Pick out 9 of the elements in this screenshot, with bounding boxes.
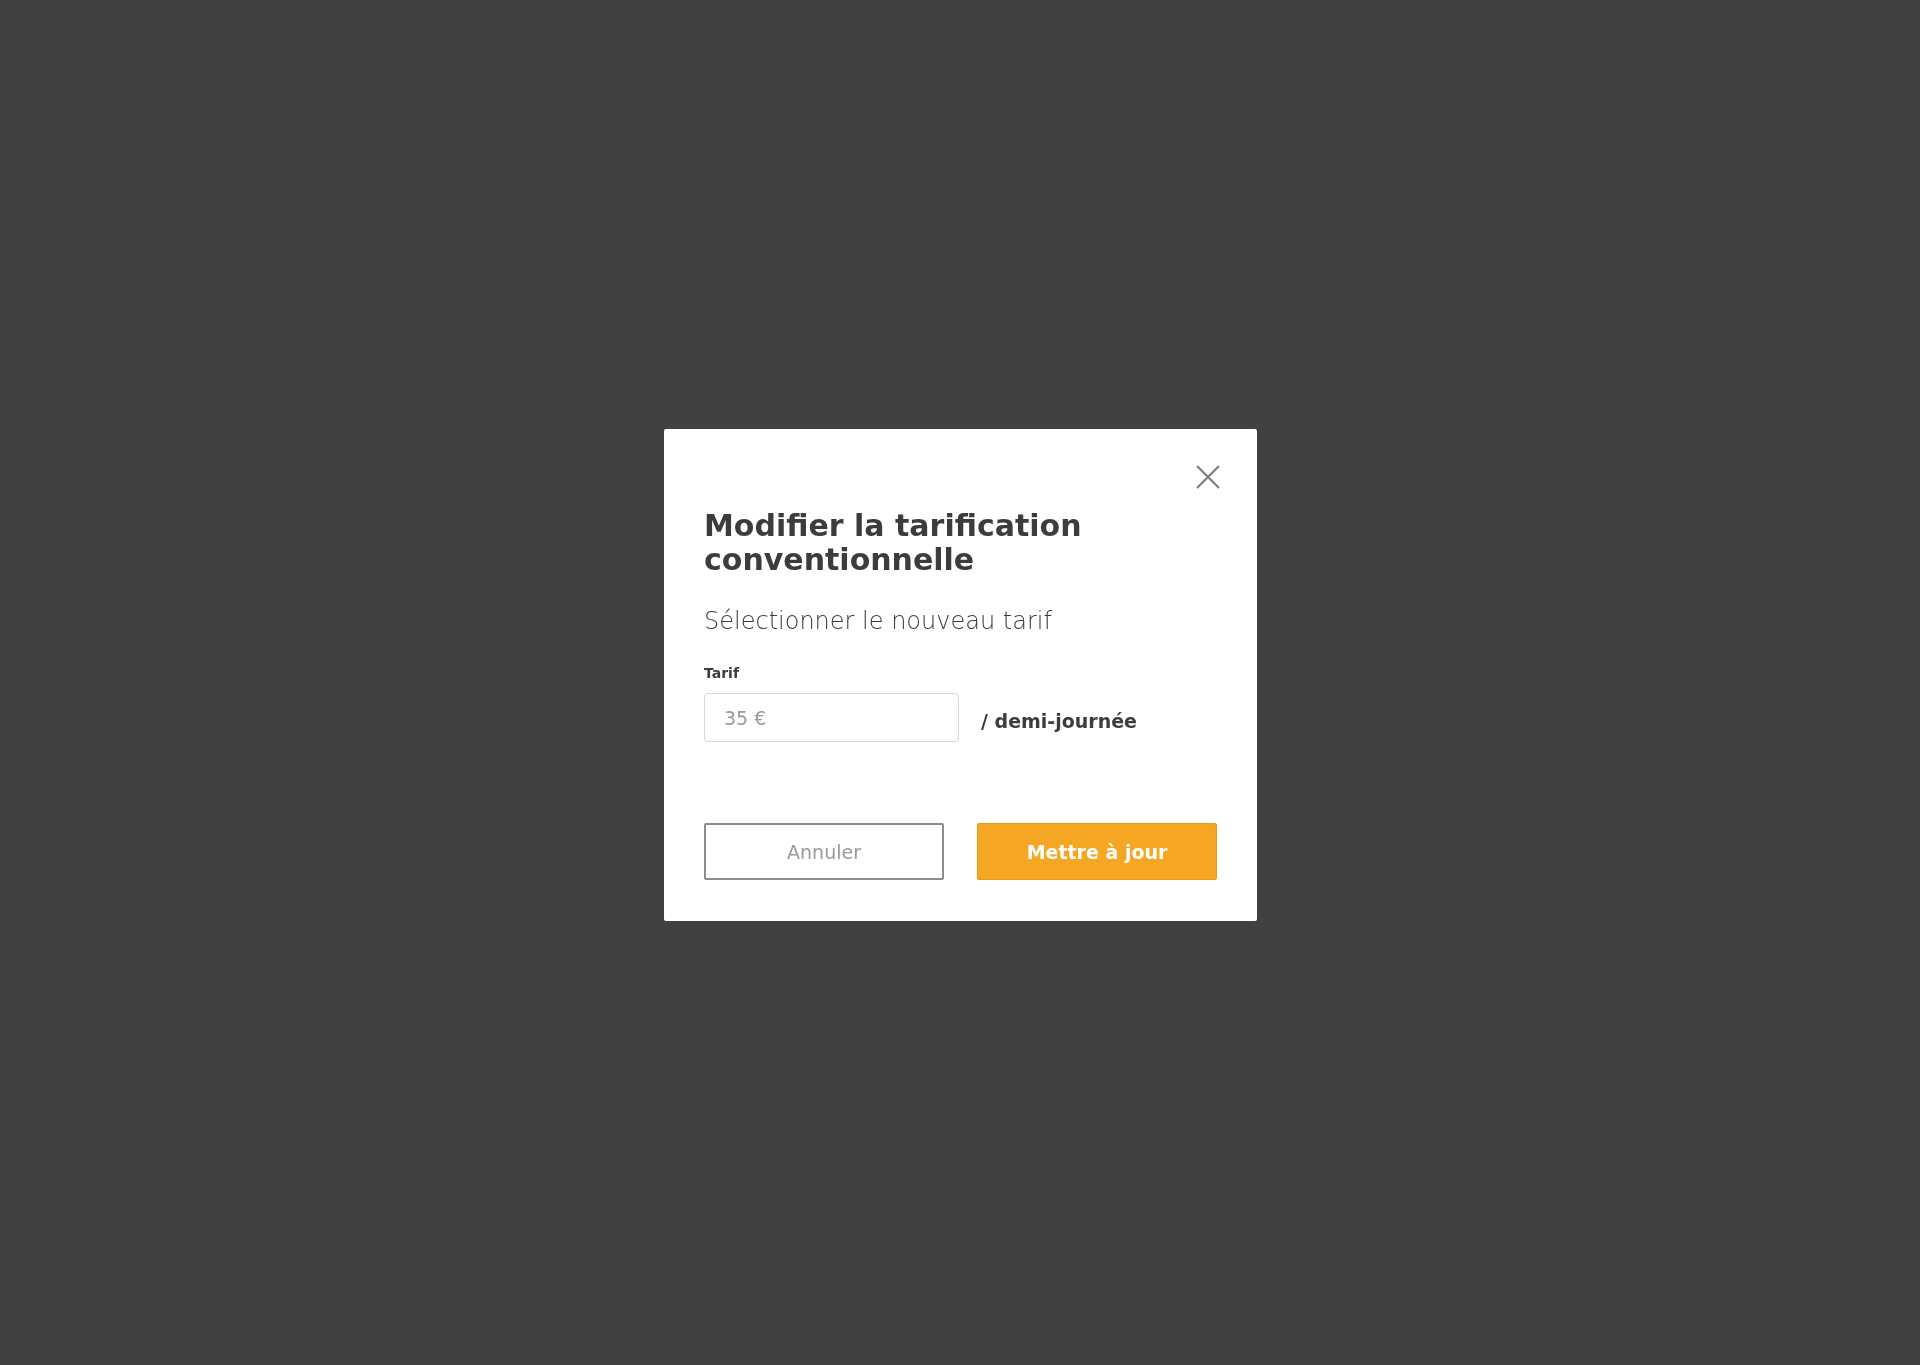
dialog-subtitle: Sélectionner le nouveau tarif [704,607,1053,635]
field-label: Tarif [704,665,741,681]
cancel-button[interactable]: Annuler [704,823,944,880]
dialog-title: Modifier la tarification conventionnelle [704,509,1083,577]
close-icon [1196,465,1220,489]
close-button[interactable] [1196,465,1220,489]
price-input-field[interactable]: 35 € [704,693,959,742]
update-button[interactable]: Mettre à jour [977,823,1217,880]
unit-label: / demi-journée [981,709,1137,732]
